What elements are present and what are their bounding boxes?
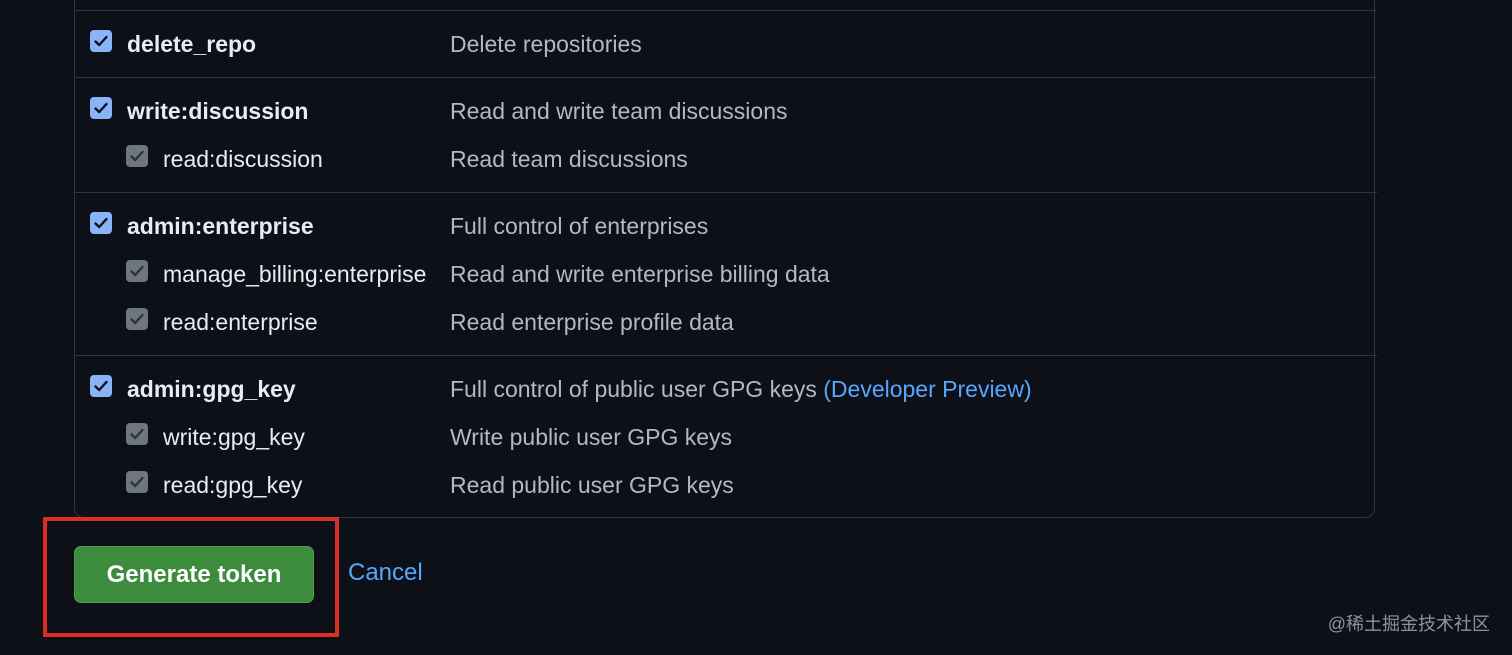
group-divider — [75, 355, 1377, 356]
scope-description: Read public user GPG keys — [450, 472, 734, 498]
checkmark-icon — [94, 35, 108, 47]
generate-token-button[interactable]: Generate token — [74, 546, 314, 603]
scope-row-write-discussion: write:discussion Read and write team dis… — [0, 91, 1512, 131]
checkbox-read-enterprise[interactable] — [126, 308, 148, 330]
checkbox-write-gpg-key[interactable] — [126, 423, 148, 445]
scope-name[interactable]: delete_repo — [127, 31, 256, 58]
scope-name[interactable]: admin:gpg_key — [127, 376, 296, 403]
checkmark-icon — [130, 428, 144, 440]
cancel-link[interactable]: Cancel — [348, 559, 423, 587]
scope-row-read-enterprise: read:enterprise Read enterprise profile … — [0, 302, 1512, 342]
scope-name[interactable]: manage_billing:enterprise — [163, 261, 426, 288]
checkmark-icon — [130, 313, 144, 325]
scope-row-admin-gpg-key: admin:gpg_key Full control of public use… — [0, 369, 1512, 409]
scope-name[interactable]: read:enterprise — [163, 309, 318, 336]
checkmark-icon — [94, 380, 108, 392]
scope-description: Read enterprise profile data — [450, 309, 734, 335]
developer-preview-link[interactable]: (Developer Preview) — [823, 376, 1031, 402]
scope-row-read-gpg-key: read:gpg_key Read public user GPG keys — [0, 465, 1512, 505]
checkmark-icon — [130, 150, 144, 162]
checkmark-icon — [94, 102, 108, 114]
scope-row-admin-enterprise: admin:enterprise Full control of enterpr… — [0, 206, 1512, 246]
checkmark-icon — [130, 265, 144, 277]
scope-description: Write public user GPG keys — [450, 424, 733, 450]
checkbox-manage-billing-enterprise[interactable] — [126, 260, 148, 282]
scope-description: Full control of enterprises — [450, 213, 709, 239]
group-divider — [75, 10, 1377, 11]
scope-name[interactable]: read:discussion — [163, 146, 323, 173]
scope-description: Read team discussions — [450, 146, 688, 172]
scope-name[interactable]: write:discussion — [127, 98, 308, 125]
scope-description: Read and write team discussions — [450, 98, 788, 124]
scope-description: Read and write enterprise billing data — [450, 261, 830, 287]
scope-description: Full control of public user GPG keys — [450, 376, 817, 402]
scope-row-write-gpg-key: write:gpg_key Write public user GPG keys — [0, 417, 1512, 457]
scope-name[interactable]: read:gpg_key — [163, 472, 302, 499]
scope-row-delete-repo: delete_repo Delete repositories — [0, 24, 1512, 64]
group-divider — [75, 77, 1377, 78]
checkbox-read-gpg-key[interactable] — [126, 471, 148, 493]
group-divider — [75, 192, 1377, 193]
checkmark-icon — [94, 217, 108, 229]
checkbox-write-discussion[interactable] — [90, 97, 112, 119]
scope-row-manage-billing-enterprise: manage_billing:enterprise Read and write… — [0, 254, 1512, 294]
token-scopes-page: delete_repo Delete repositories write:di… — [0, 0, 1512, 655]
scope-row-read-discussion: read:discussion Read team discussions — [0, 139, 1512, 179]
checkbox-read-discussion[interactable] — [126, 145, 148, 167]
scope-name[interactable]: admin:enterprise — [127, 213, 314, 240]
checkbox-admin-gpg-key[interactable] — [90, 375, 112, 397]
checkbox-admin-enterprise[interactable] — [90, 212, 112, 234]
scope-description: Delete repositories — [450, 31, 642, 57]
watermark: @稀土掘金技术社区 — [1327, 614, 1490, 634]
checkmark-icon — [130, 476, 144, 488]
scope-description-with-link: Full control of public user GPG keys (De… — [450, 376, 1032, 403]
checkbox-delete-repo[interactable] — [90, 30, 112, 52]
scope-name[interactable]: write:gpg_key — [163, 424, 305, 451]
